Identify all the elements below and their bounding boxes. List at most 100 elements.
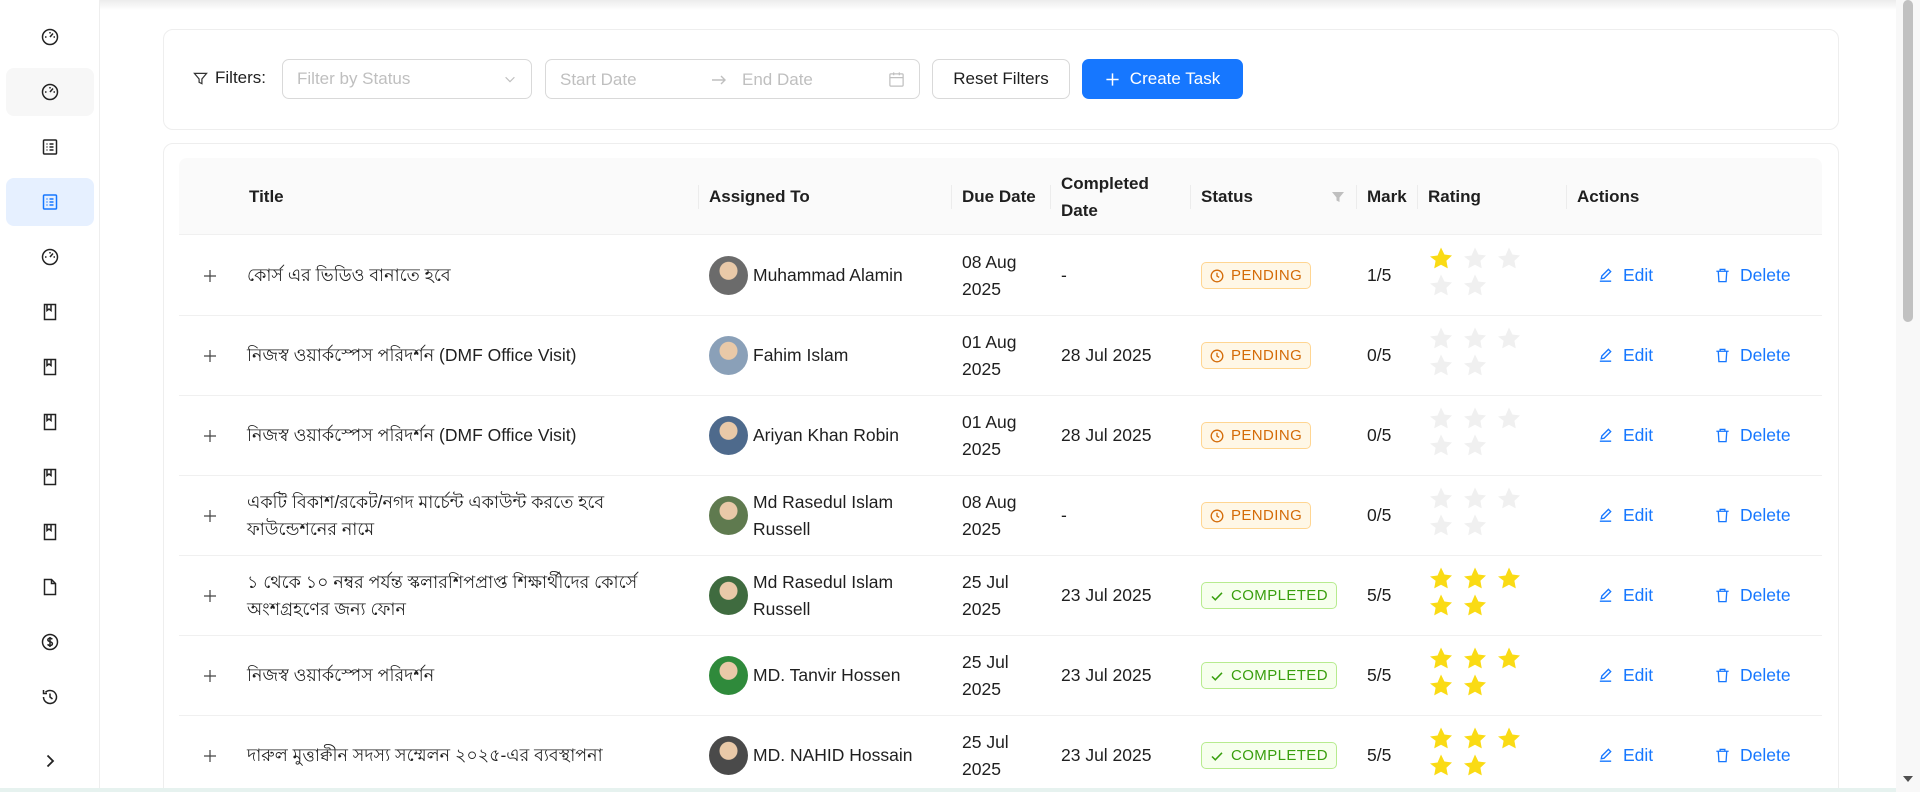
column-header-due-date[interactable]: Due Date [962,158,1036,235]
column-header-actions[interactable]: Actions [1577,158,1639,235]
status-badge: COMPLETED [1201,582,1337,609]
star-filled-icon[interactable] [1462,593,1488,619]
assignee-name: MD. NAHID Hossain [753,745,913,765]
column-header-assigned-to[interactable]: Assigned To [709,158,810,235]
star-empty-icon[interactable] [1428,433,1454,459]
expand-row-icon[interactable] [202,668,218,684]
edit-button[interactable]: Edit [1597,556,1653,635]
star-filled-icon[interactable] [1462,566,1488,592]
edit-button[interactable]: Edit [1597,716,1653,792]
star-empty-icon[interactable] [1462,273,1488,299]
star-empty-icon[interactable] [1428,406,1454,432]
rating-stars[interactable] [1428,646,1528,706]
edit-button[interactable]: Edit [1597,636,1653,715]
mark: 5/5 [1367,585,1392,605]
star-empty-icon[interactable] [1496,406,1522,432]
column-header-rating[interactable]: Rating [1428,158,1481,235]
column-header-title[interactable]: Title [249,158,284,235]
column-filter-icon[interactable] [1331,190,1345,204]
rating-stars[interactable] [1428,406,1528,466]
rating-stars[interactable] [1428,246,1528,306]
delete-button[interactable]: Delete [1714,236,1791,315]
star-filled-icon[interactable] [1496,726,1522,752]
star-filled-icon[interactable] [1428,673,1454,699]
dashboard-icon [41,83,59,101]
reset-filters-button[interactable]: Reset Filters [932,59,1070,99]
delete-button[interactable]: Delete [1714,316,1791,395]
scrollbar-thumb[interactable] [1903,0,1913,322]
rating-stars[interactable] [1428,566,1528,626]
rating-stars[interactable] [1428,326,1528,386]
column-header-completed-date[interactable]: Completed Date [1061,158,1181,235]
star-empty-icon[interactable] [1428,273,1454,299]
create-task-button[interactable]: Create Task [1082,59,1243,99]
star-empty-icon[interactable] [1496,326,1522,352]
star-filled-icon[interactable] [1496,646,1522,672]
sidebar-expand-button[interactable] [6,737,94,785]
star-filled-icon[interactable] [1428,726,1454,752]
expand-row-icon[interactable] [202,748,218,764]
sidebar-item-list-1[interactable] [6,123,94,171]
sidebar-item-list-2[interactable] [6,178,94,226]
sidebar-item-history[interactable] [6,673,94,721]
edit-button[interactable]: Edit [1597,396,1653,475]
star-empty-icon[interactable] [1462,433,1488,459]
expand-row-icon[interactable] [202,428,218,444]
expand-row-icon[interactable] [202,508,218,524]
star-filled-icon[interactable] [1462,646,1488,672]
status-filter-select[interactable]: Filter by Status [282,59,532,99]
date-range-picker[interactable]: Start Date End Date [545,59,920,99]
star-filled-icon[interactable] [1428,566,1454,592]
sidebar-item-book-3[interactable] [6,398,94,446]
star-empty-icon[interactable] [1428,326,1454,352]
star-empty-icon[interactable] [1462,406,1488,432]
expand-row-icon[interactable] [202,588,218,604]
sidebar-item-book-1[interactable] [6,288,94,336]
delete-button[interactable]: Delete [1714,476,1791,555]
sidebar-item-dashboard-1[interactable] [6,13,94,61]
expand-row-icon[interactable] [202,348,218,364]
delete-button[interactable]: Delete [1714,636,1791,715]
scroll-down-arrow-icon[interactable] [1901,773,1915,785]
due-date: 25 Jul 2025 [962,651,1009,699]
star-empty-icon[interactable] [1462,353,1488,379]
edit-button[interactable]: Edit [1597,316,1653,395]
star-filled-icon[interactable] [1496,566,1522,592]
rating-stars[interactable] [1428,486,1528,546]
edit-button[interactable]: Edit [1597,476,1653,555]
delete-button[interactable]: Delete [1714,556,1791,635]
rating-stars[interactable] [1428,726,1528,786]
star-empty-icon[interactable] [1462,513,1488,539]
start-date-input[interactable]: Start Date [560,70,637,90]
sidebar-item-book-4[interactable] [6,453,94,501]
end-date-input[interactable]: End Date [742,70,813,90]
sidebar-item-file[interactable] [6,563,94,611]
star-empty-icon[interactable] [1462,246,1488,272]
expand-row-icon[interactable] [202,268,218,284]
delete-button[interactable]: Delete [1714,716,1791,792]
star-empty-icon[interactable] [1428,353,1454,379]
sidebar-item-book-2[interactable] [6,343,94,391]
sidebar-item-book-5[interactable] [6,508,94,556]
star-empty-icon[interactable] [1428,513,1454,539]
star-filled-icon[interactable] [1428,246,1454,272]
star-empty-icon[interactable] [1462,486,1488,512]
star-filled-icon[interactable] [1462,726,1488,752]
sidebar-item-dashboard-3[interactable] [6,233,94,281]
status-text: COMPLETED [1231,667,1328,684]
star-empty-icon[interactable] [1462,326,1488,352]
column-header-mark[interactable]: Mark [1367,158,1407,235]
delete-button[interactable]: Delete [1714,396,1791,475]
sidebar-item-dollar[interactable] [6,618,94,666]
star-empty-icon[interactable] [1496,246,1522,272]
star-filled-icon[interactable] [1462,753,1488,779]
column-header-status[interactable]: Status [1201,158,1253,235]
star-filled-icon[interactable] [1428,753,1454,779]
star-empty-icon[interactable] [1428,486,1454,512]
star-filled-icon[interactable] [1428,593,1454,619]
edit-button[interactable]: Edit [1597,236,1653,315]
star-filled-icon[interactable] [1428,646,1454,672]
star-filled-icon[interactable] [1462,673,1488,699]
star-empty-icon[interactable] [1496,486,1522,512]
sidebar-item-dashboard-2[interactable] [6,68,94,116]
